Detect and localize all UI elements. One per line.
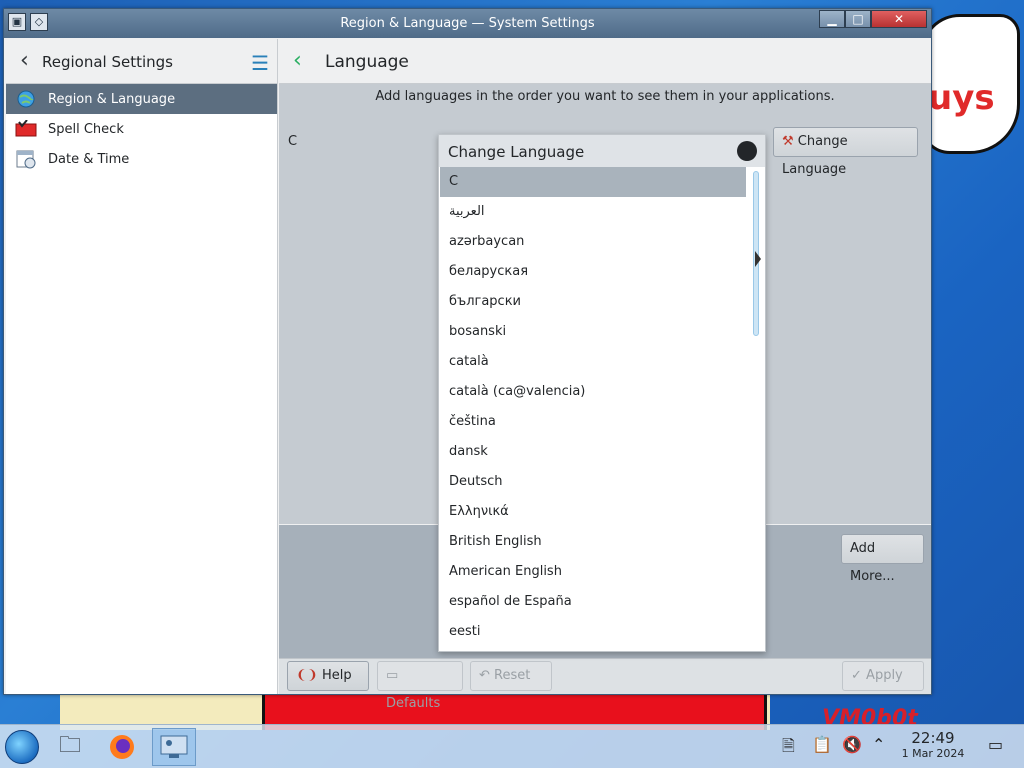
sidebar-title: Regional Settings: [42, 53, 174, 71]
checkmark-icon: ✓: [851, 668, 862, 683]
file-manager-icon[interactable]: 🗀: [48, 728, 92, 766]
info-message: Add languages in the order you want to s…: [279, 84, 931, 112]
defaults-icon: ▭: [386, 668, 399, 683]
language-option[interactable]: беларуская: [440, 257, 746, 287]
tools-icon: ⚒: [782, 134, 794, 149]
desktop-cloud-text: uys: [928, 78, 995, 118]
change-language-button[interactable]: ⚒ Change Language: [773, 127, 918, 177]
language-option[interactable]: American English: [440, 557, 746, 587]
language-options-list: C العربية azərbaycan беларуская българск…: [440, 167, 746, 652]
defaults-button[interactable]: ▭ Defaults: [377, 661, 463, 711]
page-title: Language: [325, 52, 409, 72]
back-arrow-icon[interactable]: ‹: [293, 48, 302, 73]
language-option[interactable]: British English: [440, 527, 746, 557]
clock-time[interactable]: 22:49: [898, 729, 968, 747]
sidebar-item-spell-check[interactable]: Spell Check: [6, 114, 277, 144]
help-label: Help: [321, 668, 352, 683]
maximize-button[interactable]: □: [845, 10, 871, 28]
sidebar-item-label: Region & Language: [48, 91, 176, 107]
language-option[interactable]: català: [440, 347, 746, 377]
reset-label: Reset: [494, 668, 531, 683]
sidebar-item-region-language[interactable]: Region & Language: [6, 84, 277, 114]
reset-icon: ↶: [479, 668, 490, 683]
language-option[interactable]: eesti: [440, 617, 746, 647]
sidebar: ‹ Regional Settings ☰ Region & Language …: [6, 39, 278, 694]
add-more-label: Add More...: [850, 541, 895, 584]
hamburger-menu-icon[interactable]: ☰: [251, 51, 269, 75]
minimize-icon: ▁: [827, 12, 837, 26]
updates-icon[interactable]: 🗎: [782, 735, 795, 762]
language-option[interactable]: Deutsch: [440, 467, 746, 497]
language-option[interactable]: dansk: [440, 437, 746, 467]
close-button[interactable]: ✕: [871, 10, 927, 28]
globe-icon: [14, 89, 38, 109]
language-option[interactable]: čeština: [440, 407, 746, 437]
firefox-icon[interactable]: [100, 728, 144, 766]
defaults-label: Defaults: [386, 696, 441, 711]
clock-date[interactable]: 1 Mar 2024: [894, 747, 972, 760]
apply-button[interactable]: ✓ Apply: [842, 661, 924, 691]
add-more-button[interactable]: Add More...: [841, 534, 924, 584]
current-language: C: [288, 134, 298, 149]
language-option[interactable]: català (ca@valencia): [440, 377, 746, 407]
close-icon[interactable]: [737, 141, 757, 161]
close-icon: ✕: [893, 12, 905, 26]
maximize-icon: □: [852, 12, 864, 26]
dialog-header: Change Language: [439, 135, 765, 167]
sidebar-item-label: Spell Check: [48, 121, 124, 137]
window-titlebar[interactable]: ▣ ◇ Region & Language — System Settings …: [4, 9, 931, 38]
language-option[interactable]: العربية: [440, 197, 746, 227]
volume-muted-icon[interactable]: 🔇: [842, 735, 862, 754]
minimize-button[interactable]: ▁: [819, 10, 845, 28]
show-desktop-icon[interactable]: ▭: [988, 735, 1003, 754]
language-option[interactable]: azərbaycan: [440, 227, 746, 257]
window-title: Region & Language — System Settings: [340, 16, 595, 31]
language-option[interactable]: български: [440, 287, 746, 317]
language-option[interactable]: C: [440, 167, 746, 197]
language-option[interactable]: español de España: [440, 587, 746, 617]
sidebar-header: ‹ Regional Settings ☰: [6, 39, 277, 84]
spellcheck-icon: [14, 119, 38, 139]
dialog-scrollbar[interactable]: [749, 171, 763, 651]
chevron-up-icon[interactable]: ⌃: [872, 735, 885, 754]
calendar-icon: [14, 149, 38, 169]
taskbar: 🗀 🗎 📋 🔇 ⌃ 22:49 1 Mar 2024 ▭: [0, 724, 1024, 768]
reset-button[interactable]: ↶ Reset: [470, 661, 552, 691]
back-arrow-icon[interactable]: ‹: [20, 48, 29, 73]
sidebar-item-date-time[interactable]: Date & Time: [6, 144, 277, 174]
language-option[interactable]: bosanski: [440, 317, 746, 347]
start-menu-icon[interactable]: [5, 730, 39, 764]
sidebar-item-label: Date & Time: [48, 151, 130, 167]
language-option[interactable]: Ελληνικά: [440, 497, 746, 527]
page-header: ‹ Language: [279, 39, 931, 84]
clipboard-icon[interactable]: 📋: [812, 735, 832, 754]
mouse-cursor-icon: [755, 251, 761, 267]
help-button[interactable]: ❨❩ Help: [287, 661, 369, 691]
apply-label: Apply: [866, 668, 903, 683]
change-language-dialog: Change Language C العربية azərbaycan бел…: [438, 134, 766, 652]
help-icon: ❨❩: [296, 668, 318, 683]
system-settings-taskbar-icon[interactable]: [152, 728, 196, 766]
dialog-title: Change Language: [448, 143, 585, 161]
